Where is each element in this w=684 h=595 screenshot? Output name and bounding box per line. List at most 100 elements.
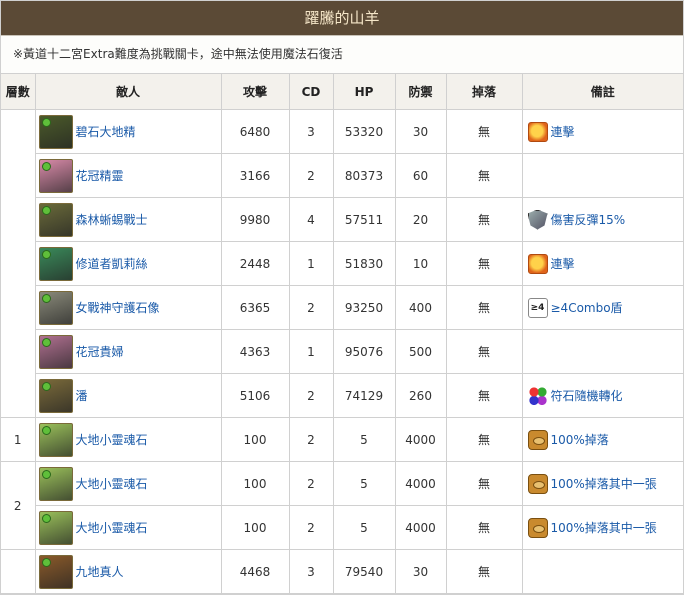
rune-icon[interactable]	[527, 385, 548, 406]
drop-cell: 無	[446, 197, 523, 242]
attack-cell: 6365	[221, 285, 290, 330]
table-row: 森林蜥蜴戰士 9980 4 57511 20 無 傷害反彈15%	[1, 197, 683, 242]
enemy-avatar[interactable]	[38, 114, 73, 149]
drop-icon[interactable]	[527, 517, 548, 538]
attack-cell: 2448	[221, 241, 290, 286]
combo-icon[interactable]	[527, 253, 548, 274]
remarks-cell: 傷害反彈15%	[522, 197, 683, 242]
drop-cell: 無	[446, 241, 523, 286]
table-row: 花冠精靈 3166 2 80373 60 無	[1, 153, 683, 198]
enemy-avatar[interactable]	[38, 378, 73, 413]
header-attack: 攻擊	[221, 74, 290, 110]
header-defense: 防禦	[395, 74, 447, 110]
defense-cell: 4000	[395, 417, 447, 462]
enemy-name-link[interactable]: 森林蜥蜴戰士	[76, 213, 148, 227]
enemy-name-link[interactable]: 九地真人	[76, 565, 124, 579]
drop-cell: 無	[446, 153, 523, 198]
cd-cell: 1	[289, 329, 334, 374]
hp-cell: 5	[333, 505, 396, 550]
drop-icon[interactable]	[527, 473, 548, 494]
enemy-cell: 女戰神守護石像	[35, 285, 222, 330]
stage-table-panel: 躍騰的山羊 ※黃道十二宮Extra難度為挑戰關卡，途中無法使用魔法石復活 層數 …	[0, 0, 684, 595]
attack-cell: 6480	[221, 109, 290, 154]
table-row: 修道者凱莉絲 2448 1 51830 10 無 連擊	[1, 241, 683, 286]
cd-cell: 2	[289, 505, 334, 550]
enemy-avatar[interactable]	[38, 466, 73, 501]
header-floor: 層數	[1, 74, 36, 110]
header-cd: CD	[289, 74, 334, 110]
enemy-cell: 大地小靈魂石	[35, 505, 222, 550]
remarks-link[interactable]: 符石隨機轉化	[551, 389, 623, 403]
remarks-link[interactable]: 100%掉落	[551, 433, 609, 447]
drop-cell: 無	[446, 505, 523, 550]
remarks-cell: ≥4 ≥4Combo盾	[522, 285, 683, 330]
attack-cell: 9980	[221, 197, 290, 242]
hp-cell: 53320	[333, 109, 396, 154]
enemy-name-link[interactable]: 女戰神守護石像	[76, 301, 160, 315]
defense-cell: 4000	[395, 461, 447, 506]
enemy-avatar[interactable]	[38, 158, 73, 193]
cd-cell: 3	[289, 109, 334, 154]
remarks-cell: 100%掉落其中一張	[522, 461, 683, 506]
remarks-link[interactable]: 連擊	[551, 125, 575, 139]
cd-cell: 2	[289, 417, 334, 462]
remarks-link[interactable]: 100%掉落其中一張	[551, 521, 657, 535]
enemy-name-link[interactable]: 花冠貴婦	[76, 345, 124, 359]
cd-cell: 2	[289, 153, 334, 198]
drop-cell: 無	[446, 373, 523, 418]
cd-cell: 4	[289, 197, 334, 242]
enemy-table: 層數 敵人 攻擊 CD HP 防禦 掉落 備註 碧石大地精 6480 3 53320 3…	[1, 74, 683, 594]
attack-cell: 100	[221, 461, 290, 506]
remarks-link[interactable]: ≥4Combo盾	[551, 301, 623, 315]
floor-cell: 2	[1, 461, 36, 550]
drop-cell: 無	[446, 417, 523, 462]
remarks-link[interactable]: 傷害反彈15%	[551, 213, 626, 227]
drop-icon[interactable]	[527, 429, 548, 450]
floor-cell: 1	[1, 417, 36, 462]
enemy-name-link[interactable]: 潘	[76, 389, 88, 403]
defense-cell: 30	[395, 109, 447, 154]
table-row: 2 大地小靈魂石 100 2 5 4000 無 100%掉落其中一張	[1, 461, 683, 550]
table-row: 潘 5106 2 74129 260 無 符石隨機轉化	[1, 373, 683, 418]
remarks-link[interactable]: 連擊	[551, 257, 575, 271]
cd-cell: 2	[289, 285, 334, 330]
challenge-note: ※黃道十二宮Extra難度為挑戰關卡，途中無法使用魔法石復活	[1, 36, 683, 74]
header-drop: 掉落	[446, 74, 523, 110]
enemy-avatar[interactable]	[38, 246, 73, 281]
hp-cell: 80373	[333, 153, 396, 198]
enemy-name-link[interactable]: 碧石大地精	[76, 125, 136, 139]
enemy-name-link[interactable]: 大地小靈魂石	[76, 477, 148, 491]
enemy-avatar[interactable]	[38, 422, 73, 457]
remarks-cell	[522, 153, 683, 198]
enemy-avatar[interactable]	[38, 554, 73, 589]
remarks-cell: 符石隨機轉化	[522, 373, 683, 418]
enemy-name-link[interactable]: 花冠精靈	[76, 169, 124, 183]
enemy-avatar[interactable]	[38, 510, 73, 545]
defense-cell: 400	[395, 285, 447, 330]
remarks-cell: 連擊	[522, 241, 683, 286]
enemy-name-link[interactable]: 大地小靈魂石	[76, 433, 148, 447]
enemy-cell: 森林蜥蜴戰士	[35, 197, 222, 242]
enemy-avatar[interactable]	[38, 290, 73, 325]
remarks-link[interactable]: 100%掉落其中一張	[551, 477, 657, 491]
enemy-cell: 修道者凱莉絲	[35, 241, 222, 286]
enemy-avatar[interactable]	[38, 334, 73, 369]
header-enemy: 敵人	[35, 74, 222, 110]
enemy-cell: 花冠精靈	[35, 153, 222, 198]
enemy-name-link[interactable]: 大地小靈魂石	[76, 521, 148, 535]
remarks-cell: 連擊	[522, 109, 683, 154]
cd-cell: 2	[289, 461, 334, 506]
defense-cell: 60	[395, 153, 447, 198]
shield-icon[interactable]	[527, 209, 548, 230]
enemy-cell: 大地小靈魂石	[35, 461, 222, 506]
combo-icon[interactable]	[527, 121, 548, 142]
table-row: 碧石大地精 6480 3 53320 30 無連擊	[1, 109, 683, 418]
enemy-name-link[interactable]: 修道者凱莉絲	[76, 257, 148, 271]
floor-cell	[1, 109, 36, 418]
defense-cell: 10	[395, 241, 447, 286]
defense-cell: 4000	[395, 505, 447, 550]
enemy-avatar[interactable]	[38, 202, 73, 237]
hp-cell: 5	[333, 461, 396, 506]
combo4-icon[interactable]: ≥4	[527, 297, 548, 318]
table-header-row: 層數 敵人 攻擊 CD HP 防禦 掉落 備註	[1, 74, 683, 110]
